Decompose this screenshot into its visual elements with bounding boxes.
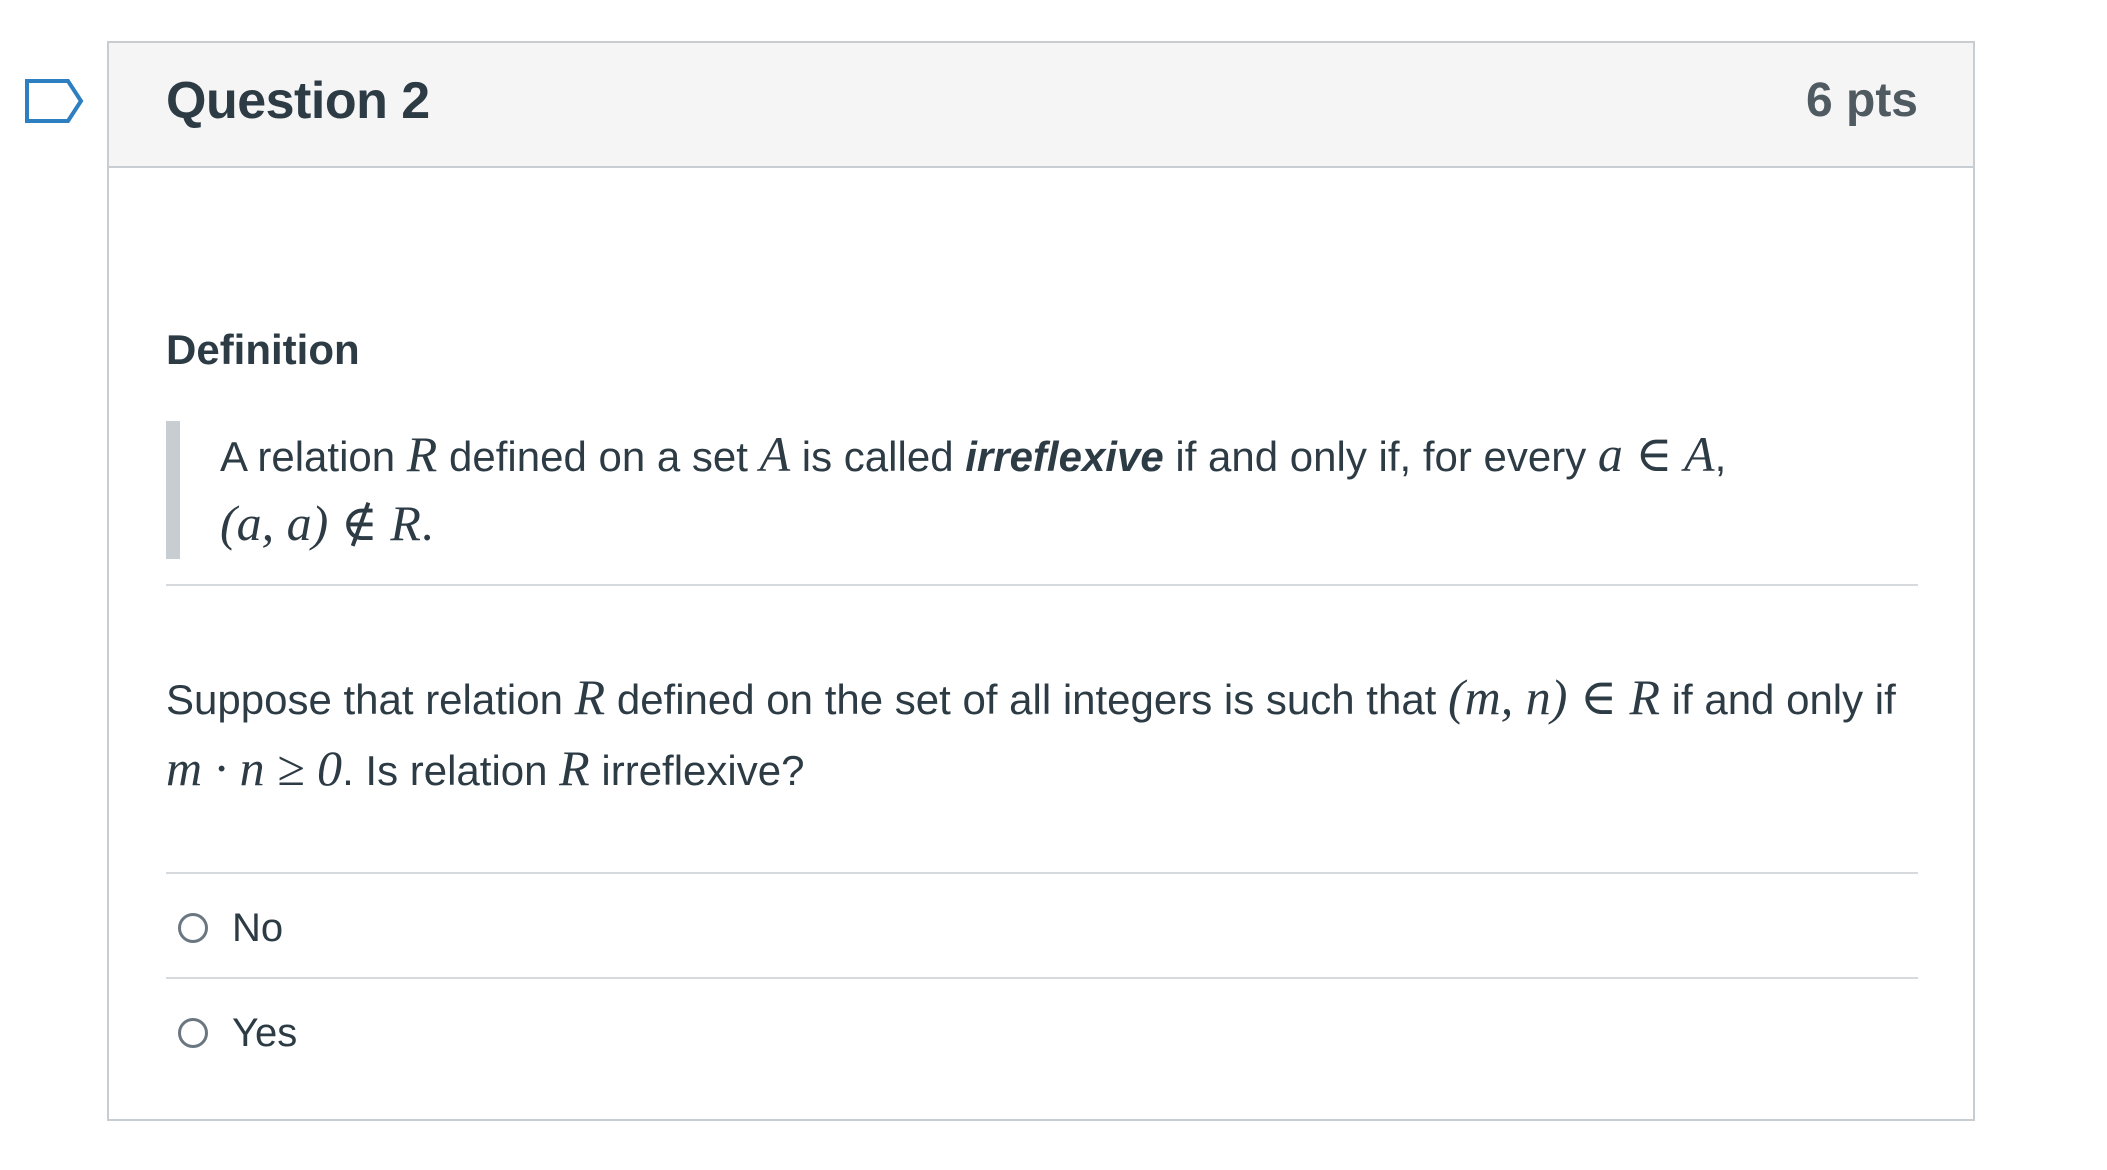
math-var-a: A	[759, 426, 791, 482]
math-pair-not-in-r: (a, a) ∉ R	[220, 495, 421, 551]
radio-button[interactable]	[178, 1018, 208, 1048]
prompt-text: if and only if	[1660, 676, 1896, 723]
definition-period: .	[420, 495, 434, 551]
prompt-text: Suppose that relation	[166, 676, 575, 723]
flag-question-icon[interactable]	[24, 78, 84, 124]
math-var-r: R	[559, 740, 590, 796]
definition-text: A relation	[220, 433, 407, 480]
question-points: 6 pts	[1805, 74, 1918, 127]
question-header: Question 2 6 pts	[109, 43, 1973, 168]
definition-text: ,	[1714, 433, 1727, 480]
definition-term: irreflexive	[965, 433, 1164, 480]
math-pair-in-r: (m, n) ∈ R	[1448, 669, 1660, 725]
definition-heading: Definition	[166, 326, 360, 373]
answer-label: No	[232, 905, 284, 950]
prompt-text: . Is relation	[342, 747, 560, 794]
math-a-in-a: a ∈ A	[1597, 426, 1715, 482]
divider	[166, 584, 1918, 586]
prompt-text: irreflexive?	[589, 747, 805, 794]
radio-button[interactable]	[178, 913, 208, 943]
definition-text: if and only if, for every	[1163, 433, 1598, 480]
definition-blockquote: A relation R defined on a set A is calle…	[166, 421, 1886, 559]
answer-option-no[interactable]: No	[166, 876, 1918, 980]
definition-text: defined on a set	[437, 433, 760, 480]
answer-option-yes[interactable]: Yes	[166, 981, 1918, 1085]
divider	[166, 977, 1918, 979]
question-prompt: Suppose that relation R defined on the s…	[166, 663, 1918, 805]
math-var-r: R	[406, 426, 438, 482]
divider	[166, 872, 1918, 874]
prompt-text: defined on the set of all integers is su…	[605, 676, 1449, 723]
math-product-condition: m · n ≥ 0	[166, 740, 343, 796]
answer-label: Yes	[232, 1010, 298, 1055]
question-card: Question 2 6 pts Definition A relation R…	[107, 41, 1975, 1121]
question-title: Question 2	[166, 72, 430, 130]
definition-text: is called	[790, 433, 966, 480]
math-var-r: R	[574, 669, 606, 725]
